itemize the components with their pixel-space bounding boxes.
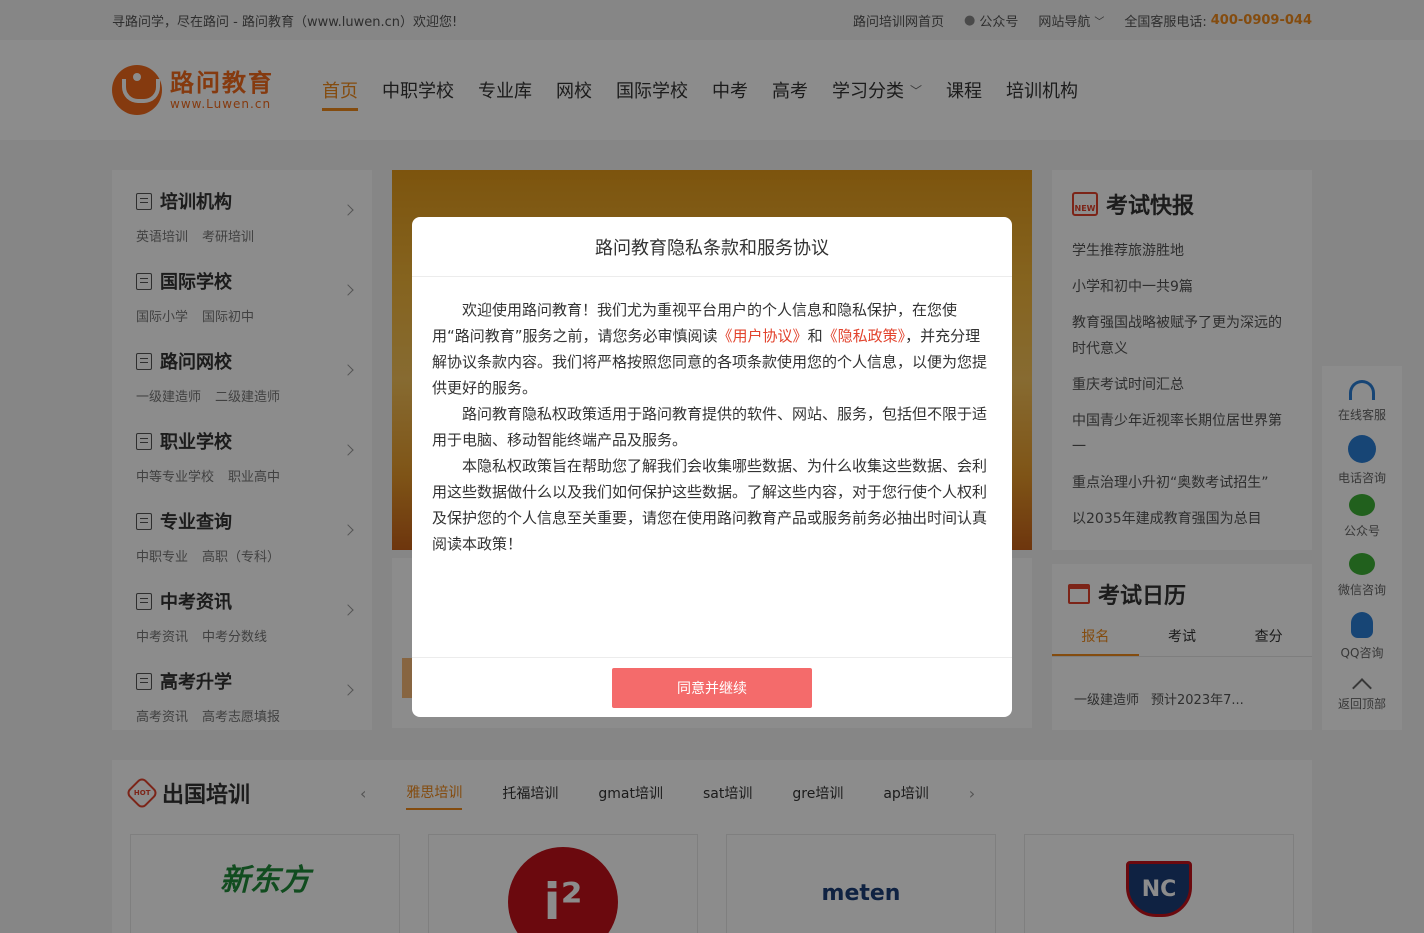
- privacy-modal: 路问教育隐私条款和服务协议 欢迎使用路问教育！我们尤为重视平台用户的个人信息和隐…: [412, 217, 1012, 717]
- agree-continue-button[interactable]: 同意并继续: [612, 667, 812, 708]
- modal-body: 欢迎使用路问教育！我们尤为重视平台用户的个人信息和隐私保护，在您使用“路问教育”…: [412, 277, 1012, 657]
- modal-footer: 同意并继续: [412, 657, 1012, 717]
- user-agreement-link[interactable]: 《用户协议》: [718, 327, 808, 345]
- privacy-policy-link[interactable]: 《隐私政策》: [823, 327, 906, 345]
- modal-title: 路问教育隐私条款和服务协议: [412, 217, 1012, 277]
- modal-paragraph: 路问教育隐私权政策适用于路问教育提供的软件、网站、服务，包括但不限于适用于电脑、…: [432, 405, 988, 449]
- modal-paragraph: 本隐私权政策旨在帮助您了解我们会收集哪些数据、为什么收集这些数据、会利用这些数据…: [432, 457, 988, 553]
- modal-paragraph: 欢迎使用路问教育！我们尤为重视平台用户的个人信息和隐私保护，在您使用“路问教育”…: [432, 301, 988, 397]
